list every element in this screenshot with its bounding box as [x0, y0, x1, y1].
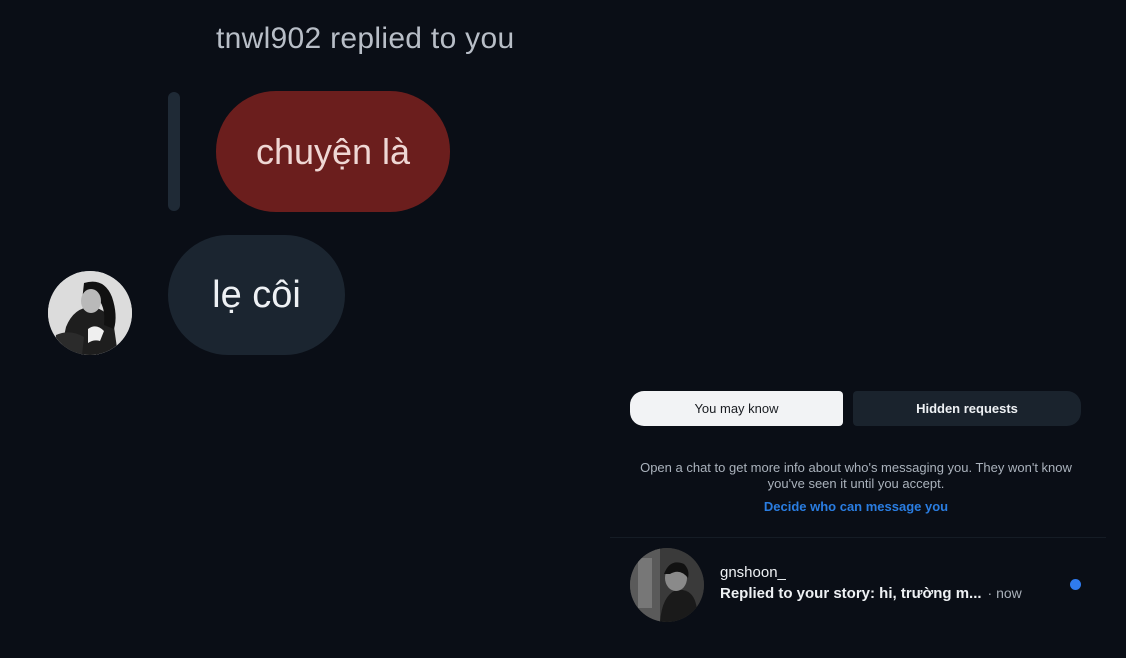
replied-message-bubble[interactable]: chuyện là	[216, 91, 450, 212]
sender-avatar[interactable]	[48, 271, 132, 355]
replied-message-text: chuyện là	[255, 130, 411, 172]
profile-avatar-icon	[630, 548, 704, 622]
tab-you-may-know[interactable]: You may know	[630, 391, 843, 426]
tab-hidden-requests[interactable]: Hidden requests	[853, 391, 1081, 426]
profile-avatar-icon	[48, 271, 132, 355]
reply-message-text: lẹ côi	[212, 273, 301, 316]
request-avatar[interactable]	[630, 548, 704, 622]
unread-dot-icon	[1070, 579, 1081, 590]
decide-who-can-message-link[interactable]: Decide who can message you	[628, 499, 1084, 514]
reply-indicator-bar	[168, 92, 180, 211]
screen: tnwl902 replied to you chuyện là lẹ côi …	[0, 0, 1126, 658]
request-time: · now	[987, 585, 1022, 601]
request-username[interactable]: gnshoon_	[720, 564, 786, 581]
reply-message-bubble[interactable]: lẹ côi	[168, 235, 345, 355]
requests-info-text: Open a chat to get more info about who's…	[640, 460, 1072, 491]
request-preview[interactable]: Replied to your story: hi, trường m... · …	[720, 585, 1022, 602]
request-preview-text: Replied to your story: hi, trường m...	[720, 585, 982, 602]
divider	[610, 537, 1106, 538]
reply-header: tnwl902 replied to you	[216, 22, 515, 55]
